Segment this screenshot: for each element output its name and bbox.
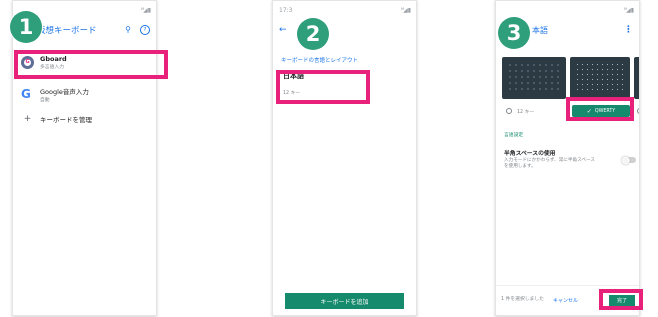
- phone-screen-1: ᴹ◢ ▮ 仮想キーボード ⚲ ? G Gboard 多言語入力 G Google…: [12, 0, 157, 316]
- signal-battery-icon: ᴹ◢ ▮: [140, 6, 151, 14]
- add-keyboard-button[interactable]: キーボードを追加: [285, 293, 404, 309]
- step-badge-3: 3: [498, 17, 530, 49]
- signal-battery-icon: ᴹ◢ ▮: [400, 6, 411, 14]
- keyboard-preview-12key[interactable]: [502, 57, 566, 99]
- item-sub: 自動: [40, 97, 50, 103]
- app-bar: ←: [273, 19, 416, 41]
- phone-screen-2: 17:3 ᴹ◢ ▮ ← キーボードの言語とレイアウト 日本語 12 キー キーボ…: [272, 0, 417, 316]
- highlight-box-3a: [566, 97, 634, 121]
- step-badge-1: 1: [10, 11, 42, 43]
- step-badge-2: 2: [297, 18, 329, 50]
- keyboard-preview-qwerty[interactable]: [570, 57, 630, 99]
- item-label: キーボードを管理: [40, 116, 92, 124]
- back-arrow-icon[interactable]: ←: [279, 25, 287, 35]
- radio-icon[interactable]: [637, 108, 639, 114]
- section-label: 言語設定: [504, 133, 524, 138]
- cancel-button[interactable]: キャンセル: [553, 297, 578, 304]
- item-label: Google音声入力: [40, 87, 89, 96]
- clock: 17:3: [279, 6, 293, 14]
- radio-icon: [506, 108, 512, 114]
- setting-title: 半角スペースの使用: [504, 151, 556, 157]
- layout-option-12key[interactable]: 12 キー: [498, 105, 542, 117]
- help-icon[interactable]: ?: [140, 25, 150, 35]
- plus-icon: +: [23, 114, 32, 124]
- setting-description: 入力モードにかかわらず、常に半角スペースを使用します。: [504, 158, 595, 170]
- highlight-box-2: [276, 70, 370, 104]
- status-bar: ᴹ◢ ▮: [496, 1, 639, 19]
- highlight-box-3b: [599, 289, 643, 310]
- option-label: 12 キー: [517, 109, 535, 115]
- signal-battery-icon: ᴹ◢ ▮: [623, 6, 634, 14]
- list-item-google-voice[interactable]: G Google音声入力 自動: [13, 81, 156, 107]
- list-item-manage-keyboards[interactable]: + キーボードを管理: [13, 109, 156, 129]
- page-title: 本語: [532, 25, 548, 35]
- search-icon[interactable]: ⚲: [125, 25, 131, 35]
- page-title: 仮想キーボード: [37, 26, 97, 36]
- more-vert-icon[interactable]: ⋮: [624, 25, 633, 35]
- google-g-icon: G: [21, 87, 31, 101]
- keyboard-preview-extra[interactable]: [634, 57, 639, 99]
- selection-count: 1 件を選択しました: [501, 297, 544, 303]
- setting-toggle[interactable]: [621, 155, 636, 165]
- highlight-box-1: [14, 50, 168, 79]
- section-label: キーボードの言語とレイアウト: [281, 58, 359, 64]
- status-bar: 17:3 ᴹ◢ ▮: [273, 1, 416, 19]
- setting-half-width-space[interactable]: 半角スペースの使用 入力モードにかかわらず、常に半角スペースを使用します。: [504, 148, 636, 170]
